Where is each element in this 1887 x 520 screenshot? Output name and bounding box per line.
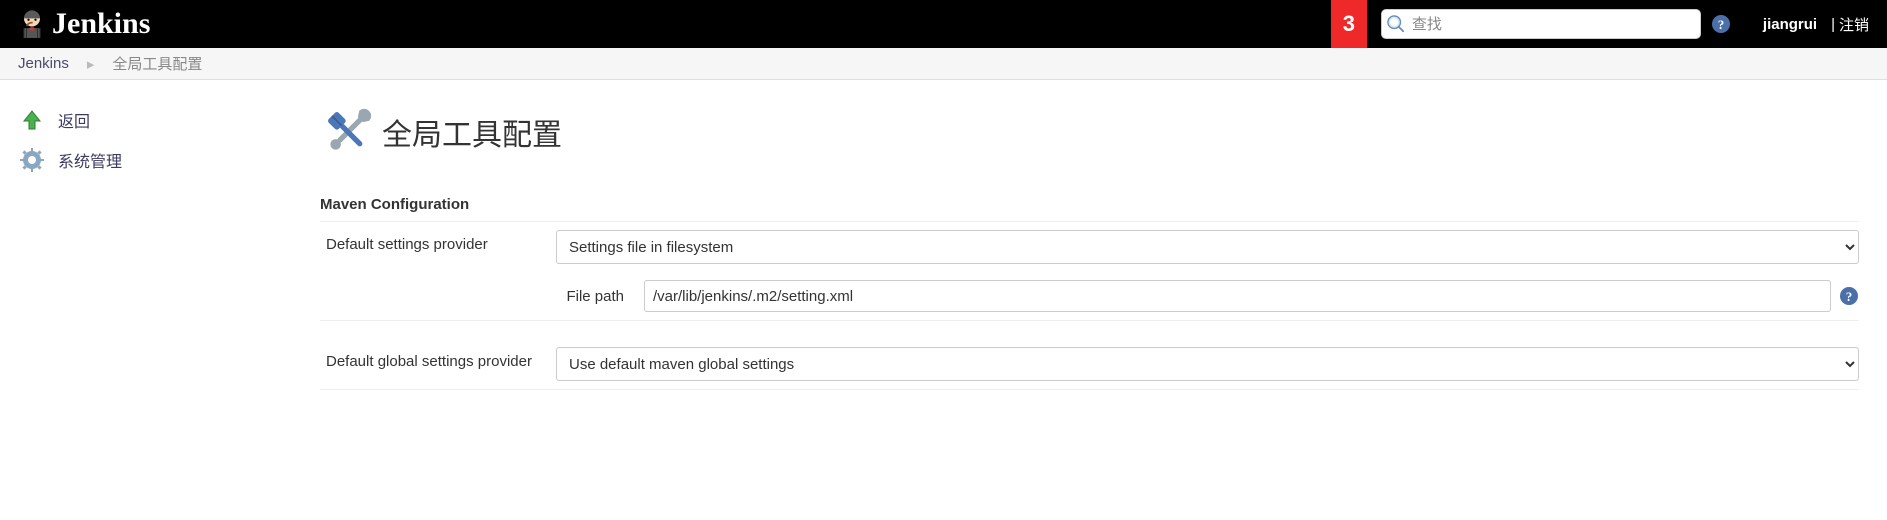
svg-text:?: ? bbox=[1846, 289, 1853, 304]
breadcrumb: Jenkins ▸ 全局工具配置 bbox=[0, 48, 1887, 80]
page-title-row: 全局工具配置 bbox=[320, 104, 1859, 160]
input-file-path[interactable] bbox=[644, 280, 1831, 312]
header-sep: | bbox=[1831, 16, 1839, 33]
row-file-path: File path ? bbox=[320, 272, 1859, 321]
section-maven: Maven Configuration Default settings pro… bbox=[320, 188, 1859, 390]
label-default-settings: Default settings provider bbox=[320, 230, 556, 259]
help-icon[interactable]: ? bbox=[1711, 14, 1731, 34]
section-title: Maven Configuration bbox=[320, 188, 1859, 222]
notification-count[interactable]: 3 bbox=[1331, 0, 1367, 48]
arrow-up-icon bbox=[20, 108, 44, 132]
select-default-settings[interactable]: Settings file in filesystem bbox=[556, 230, 1859, 264]
label-default-global: Default global settings provider bbox=[320, 347, 556, 376]
breadcrumb-root[interactable]: Jenkins bbox=[18, 55, 69, 72]
brand-text: Jenkins bbox=[52, 7, 150, 41]
sidebar-item-label: 系统管理 bbox=[58, 148, 122, 172]
sidebar-item-back[interactable]: 返回 bbox=[14, 100, 306, 140]
help-icon[interactable]: ? bbox=[1839, 286, 1859, 306]
notification-count-value: 3 bbox=[1343, 11, 1355, 37]
logout-link[interactable]: 注销 bbox=[1839, 14, 1887, 35]
search-wrap bbox=[1381, 9, 1701, 39]
label-file-path: File path bbox=[556, 288, 636, 305]
row-default-settings: Default settings provider Settings file … bbox=[320, 222, 1859, 272]
user-link[interactable]: jiangrui bbox=[1749, 16, 1831, 33]
breadcrumb-current: 全局工具配置 bbox=[112, 53, 202, 74]
row-default-global-settings: Default global settings provider Use def… bbox=[320, 339, 1859, 390]
sidebar-item-manage[interactable]: 系统管理 bbox=[14, 140, 306, 180]
gear-icon bbox=[20, 148, 44, 172]
page-title: 全局工具配置 bbox=[382, 110, 562, 154]
main-content: 全局工具配置 Maven Configuration Default setti… bbox=[320, 80, 1887, 414]
spacer bbox=[320, 321, 1859, 339]
brand-block[interactable]: Jenkins bbox=[0, 7, 150, 41]
sidebar-item-label: 返回 bbox=[58, 108, 90, 132]
select-default-global[interactable]: Use default maven global settings bbox=[556, 347, 1859, 381]
spacer bbox=[320, 280, 556, 292]
jenkins-logo-icon bbox=[18, 7, 46, 41]
search-input[interactable] bbox=[1381, 9, 1701, 39]
top-header: Jenkins 3 ? jiangrui | 注销 bbox=[0, 0, 1887, 48]
tools-icon bbox=[320, 104, 376, 160]
sidebar: 返回 系统管理 bbox=[0, 80, 320, 414]
svg-text:?: ? bbox=[1718, 17, 1725, 32]
breadcrumb-separator-icon: ▸ bbox=[69, 55, 113, 73]
